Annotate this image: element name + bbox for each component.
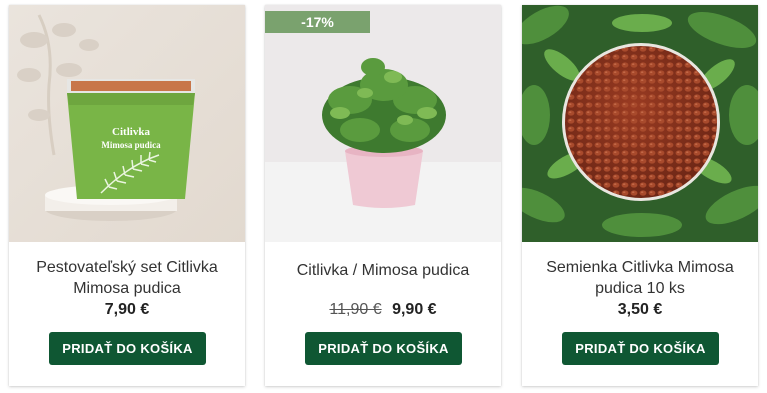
add-to-cart-button[interactable]: PRIDAŤ DO KOŠÍKA	[49, 332, 206, 365]
potted-plant-photo	[265, 5, 501, 242]
seeds-photo	[522, 5, 758, 242]
old-price: 11,90 €	[329, 301, 382, 318]
price-row: 7,90 €	[9, 301, 245, 319]
package-label-1: Citlivka	[112, 126, 150, 138]
add-to-cart-button[interactable]: PRIDAŤ DO KOŠÍKA	[305, 332, 462, 365]
product-price: 7,90 €	[104, 301, 150, 318]
price-row: 3,50 €	[522, 301, 758, 319]
product-title[interactable]: Citlivka / Mimosa pudica	[275, 260, 491, 281]
price-row: 11,90 € 9,90 €	[265, 301, 501, 319]
product-image-growing-set[interactable]: Citlivka Mimosa pudica	[9, 5, 245, 242]
growing-set-photo: Citlivka Mimosa pudica	[9, 5, 245, 242]
package-label-2: Mimosa pudica	[101, 140, 161, 150]
product-image-mimosa-plant[interactable]: -17%	[265, 5, 501, 242]
product-card-3[interactable]: Semienka Citlivka Mimosa pudica 10 ks 3,…	[522, 5, 758, 386]
product-price: 9,90 €	[392, 301, 437, 318]
product-image-seeds[interactable]	[522, 5, 758, 242]
discount-badge: -17%	[265, 11, 370, 33]
product-card-1[interactable]: Citlivka Mimosa pudica Pestovateľský set…	[9, 5, 245, 386]
add-to-cart-button[interactable]: PRIDAŤ DO KOŠÍKA	[562, 332, 719, 365]
product-price: 3,50 €	[617, 301, 663, 318]
product-title[interactable]: Pestovateľský set Citlivka Mimosa pudica	[19, 257, 235, 299]
product-title[interactable]: Semienka Citlivka Mimosa pudica 10 ks	[532, 257, 748, 299]
product-card-2[interactable]: -17% Citlivka / Mimosa pudica 11,90 € 9,…	[265, 5, 501, 386]
